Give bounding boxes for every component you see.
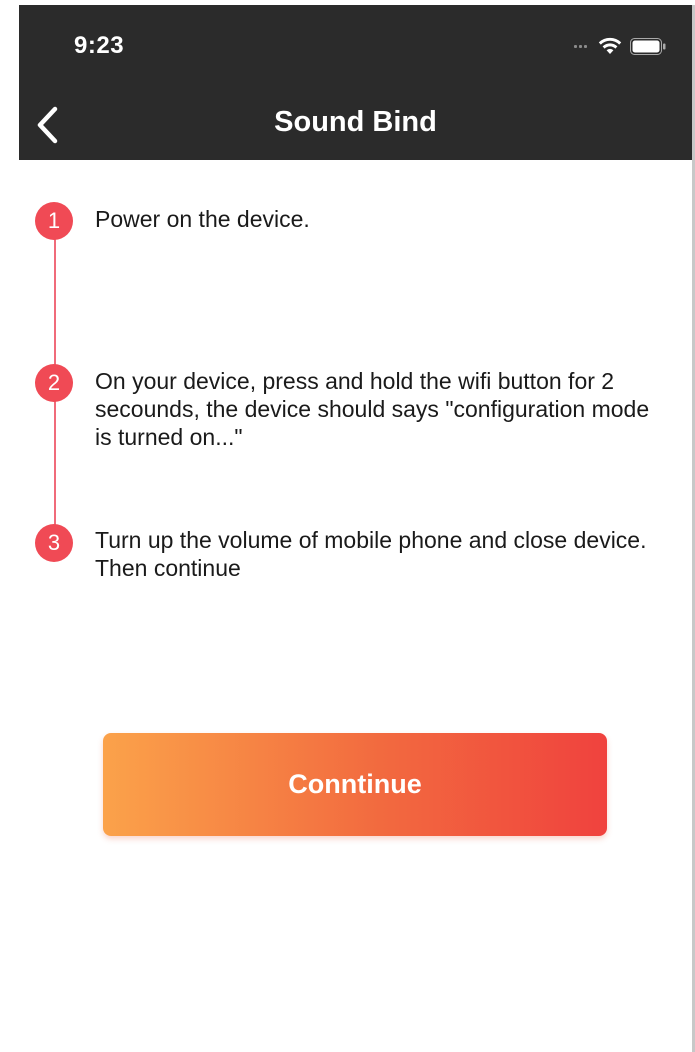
signal-icon: [574, 44, 590, 48]
step-text-3: Turn up the volume of mobile phone and c…: [95, 527, 647, 581]
phone-screen: 9:23 Sound Bind 1 Power on the device. 2…: [19, 5, 692, 1052]
steps-list: 1 Power on the device. 2 On your device,…: [19, 160, 692, 620]
step-number-2: 2: [35, 364, 73, 402]
step-text-2: On your device, press and hold the wifi …: [95, 368, 650, 450]
continue-button-label: Conntinue: [288, 769, 422, 799]
page-title: Sound Bind: [274, 106, 437, 138]
step-text-1: Power on the device.: [95, 206, 310, 232]
battery-icon: [630, 37, 666, 55]
step-number-3: 3: [35, 524, 73, 562]
step-number-1: 1: [35, 202, 73, 240]
status-time: 9:23: [74, 32, 125, 59]
wifi-icon: [598, 37, 622, 54]
app-header: 9:23 Sound Bind: [19, 5, 692, 160]
continue-button[interactable]: Conntinue: [103, 733, 607, 836]
status-icons: [574, 35, 666, 57]
